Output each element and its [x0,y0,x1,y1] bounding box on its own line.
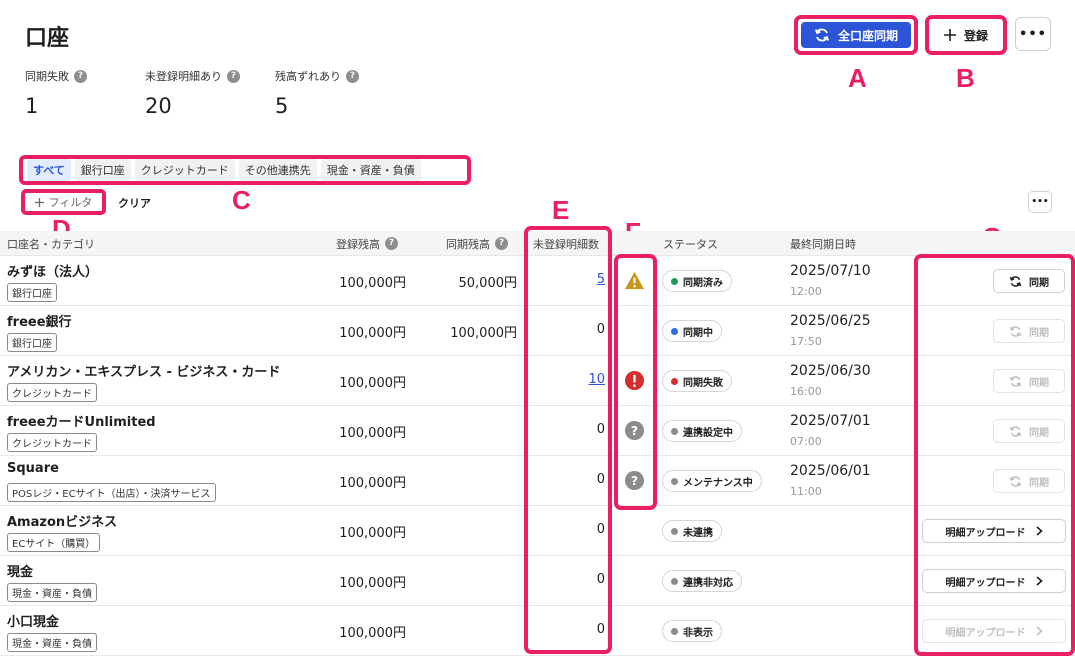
stat-label: 未登録明細あり [145,70,222,83]
status-dot [671,477,678,485]
col-registered-balance[interactable]: 登録残高? [336,231,398,256]
annotation-label: B [956,63,975,93]
category-tag: 現金・資産・負債 [7,583,97,602]
annotation-label: E [552,195,570,225]
status-dot [671,327,678,335]
synced-balance: 50,000円 [458,276,518,291]
last-sync-date: 2025/06/30 [790,363,871,379]
stat-sync-failed[interactable]: 同期失敗? 1 [25,68,115,118]
register-button[interactable]: 登録 [925,15,1007,55]
status-badge: メンテナンス中 [662,470,762,492]
status-dot [671,577,678,585]
account-name[interactable]: Amazonビジネス [7,511,117,530]
status-badge: 同期中 [662,320,722,342]
help-icon[interactable]: ? [74,69,87,83]
col-name[interactable]: 口座名・カテゴリ [7,231,95,256]
help-icon[interactable]: ? [495,237,508,250]
status-badge: 未連携 [662,520,722,542]
account-name[interactable]: 小口現金 [7,611,59,630]
category-tag: クレジットカード [7,383,97,402]
status-dot [671,527,678,535]
last-sync-time: 11:00 [790,485,822,498]
tab-other[interactable]: その他連携先 [238,159,317,181]
registered-balance: 100,000円 [339,376,406,391]
last-sync-time: 12:00 [790,285,822,298]
status-badge: 同期済み [662,270,732,292]
account-name[interactable]: みずほ（法人） [7,261,98,280]
tab-cash-assets[interactable]: 現金・資産・負債 [320,159,421,181]
help-icon[interactable]: ? [385,237,398,250]
tab-bank[interactable]: 銀行口座 [74,159,131,181]
account-name[interactable]: 現金 [7,561,33,580]
col-last-sync[interactable]: 最終同期日時 [790,231,856,256]
annotation-label: C [232,185,251,215]
last-sync-date: 2025/07/01 [790,413,871,429]
stat-unregistered[interactable]: 未登録明細あり? 20 [145,68,245,118]
register-label: 登録 [963,28,988,43]
annotation-frame-g [914,254,1075,656]
last-sync-time: 16:00 [790,385,822,398]
registered-balance: 100,000円 [339,526,406,541]
page-title: 口座 [25,26,70,51]
synced-balance: 100,000円 [450,326,517,341]
registered-balance: 100,000円 [339,326,406,341]
status-badge: 連携設定中 [662,420,742,442]
last-sync-date: 2025/06/25 [790,313,871,329]
tab-all[interactable]: すべて [27,159,71,181]
category-tabs: すべて 銀行口座 クレジットカード その他連携先 現金・資産・負債 [19,155,471,185]
status-dot [671,627,678,635]
registered-balance: 100,000円 [339,426,406,441]
stat-label: 同期失敗 [25,70,69,83]
plus-icon [34,197,44,207]
help-icon[interactable]: ? [346,69,359,83]
stat-label: 残高ずれあり [275,70,341,83]
last-sync-date: 2025/07/10 [790,263,871,279]
account-name[interactable]: アメリカン・エキスプレス - ビジネス・カード [7,361,280,380]
account-name[interactable]: Square [7,461,59,476]
stats-summary: 同期失敗? 1 未登録明細あり? 20 残高ずれあり? 5 [25,68,365,118]
filter-label: フィルタ [48,196,93,209]
registered-balance: 100,000円 [339,576,406,591]
table-more-button[interactable]: ••• [1028,191,1052,213]
last-sync-date: 2025/06/01 [790,463,871,479]
registered-balance: 100,000円 [339,276,406,291]
annotation-frame-e [524,226,612,654]
sync-icon [814,28,830,42]
sync-all-label: 全口座同期 [837,28,898,43]
help-icon[interactable]: ? [227,69,240,83]
col-synced-balance[interactable]: 同期残高? [446,231,508,256]
more-options-button[interactable]: ••• [1015,17,1051,51]
status-dot [671,377,678,385]
last-sync-time: 07:00 [790,435,822,448]
category-tag: クレジットカード [7,433,97,452]
clear-button[interactable]: クリア [118,195,151,211]
annotation-label: A [848,63,867,93]
plus-icon [943,29,956,41]
category-tag: POSレジ・ECサイト（出店）・決済サービス [7,483,216,502]
registered-balance: 100,000円 [339,476,406,491]
col-status[interactable]: ステータス [663,231,718,256]
category-tag: 銀行口座 [7,283,57,302]
filter-button[interactable]: フィルタ [21,189,106,215]
stat-value: 5 [275,94,289,118]
category-tag: 銀行口座 [7,333,57,352]
category-tag: 現金・資産・負債 [7,633,97,652]
account-name[interactable]: freeeカードUnlimited [7,411,156,430]
account-name[interactable]: freee銀行 [7,311,72,330]
stat-value: 1 [25,94,39,118]
status-badge: 連携非対応 [662,570,742,592]
status-dot [671,277,678,285]
status-badge: 同期失敗 [662,370,732,392]
tab-credit-card[interactable]: クレジットカード [134,159,235,181]
status-dot [671,427,678,435]
sync-all-button[interactable]: 全口座同期 [794,15,918,55]
annotation-frame-f [614,254,657,510]
stat-value: 20 [145,94,172,118]
category-tag: ECサイト（購買） [7,533,101,552]
registered-balance: 100,000円 [339,626,406,641]
last-sync-time: 17:50 [790,335,822,348]
stat-balance-mismatch[interactable]: 残高ずれあり? 5 [275,68,365,118]
status-badge: 非表示 [662,620,722,642]
